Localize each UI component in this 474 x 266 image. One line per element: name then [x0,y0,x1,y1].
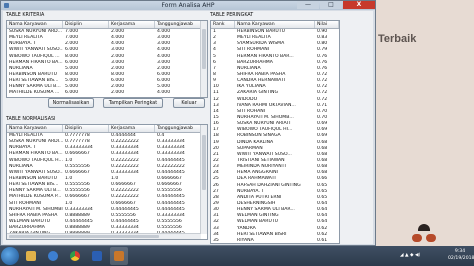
wallpaper-text: Terbaik [378,33,417,45]
wallpaper-figure [402,224,446,244]
column-header[interactable]: Rank [211,21,235,28]
kriteria-table-header: Nama Karyawan Disiplin Kerjasama Tanggungja… [7,21,207,29]
title-bar[interactable]: Form Analisa AHP — □ X [1,1,375,10]
normalisasi-vertical-scrollbar[interactable] [200,125,207,234]
kriteria-vertical-scrollbar[interactable] [200,21,207,97]
java-icon [114,251,124,261]
column-header[interactable]: Disiplin [63,125,109,132]
figure-shoe-left [412,234,422,242]
table-cell: 4.000 [157,90,171,96]
tampilkan-peringkat-button[interactable]: Tampilkan Peringkat [103,98,163,108]
media-player-icon [48,251,58,261]
column-header[interactable]: Tanggungjawab [155,125,201,132]
column-header[interactable]: Nama Karyawan [235,21,315,28]
normalisasikan-button[interactable]: Normalisasikan [48,98,94,108]
system-tray[interactable]: ◢ ▲ ◆ ◀) [400,253,420,258]
close-button[interactable]: X [343,1,375,9]
figure-head [418,224,430,231]
normalisasi-table-title: TABLE NORMALISASI [6,117,56,122]
start-button[interactable] [1,247,19,265]
table-cell: 6.000 [65,90,79,96]
taskbar-app-java[interactable] [110,247,128,265]
word-icon [92,251,102,261]
normalisasi-table-header: Nama Karyawan Disiplin Kerjasama Tanggungja… [7,125,207,133]
peringkat-table-title: TABLE PERINGKAT [210,13,254,18]
normalisasi-table-body: MEYLI REALITA 0.7777778 0.4444444 0.4 SUSKA … [7,133,207,239]
normalisasi-scroll-thumb[interactable] [202,135,206,190]
app-window: Form Analisa AHP — □ X TABLE KRITERIA Na… [0,0,376,246]
minimize-button[interactable]: — [297,1,319,9]
kriteria-table[interactable]: Nama Karyawan Disiplin Kerjasama Tanggungja… [6,20,208,98]
taskbar-clock[interactable]: 9:34 02/19/2018 [448,248,474,262]
kriteria-scroll-thumb[interactable] [202,29,206,69]
folder-icon [26,251,36,261]
normalisasi-hscroll-thumb[interactable] [9,235,159,238]
table-cell: 2.000 [111,90,125,96]
clock-date: 02/19/2018 [448,256,474,261]
peringkat-table-body: 1 HERBINSON BARUTU 0.90 2 MEYLI REALITA 0.83 3… [211,29,339,243]
column-header[interactable]: Nilai [315,21,339,28]
chrome-icon [70,251,80,261]
taskbar-app-chrome[interactable] [66,247,84,265]
taskbar-app-explorer[interactable] [22,247,40,265]
normalisasi-table[interactable]: Nama Karyawan Disiplin Kerjasama Tanggungja… [6,124,208,240]
taskbar: ◢ ▲ ◆ ◀) 9:34 02/19/2018 [0,246,474,266]
maximize-button[interactable]: □ [320,1,342,9]
normalisasi-horizontal-scrollbar[interactable] [7,233,201,239]
window-client-area: TABLE KRITERIA Nama Karyawan Disiplin Kerj… [3,11,373,244]
taskbar-app-media[interactable] [44,247,62,265]
peringkat-table[interactable]: Rank Nama Karyawan Nilai 1 HERBINSON BARUTU… [210,20,340,244]
keluar-button[interactable]: Keluar [173,98,205,108]
figure-shoe-right [426,234,436,242]
column-header[interactable]: Kerjasama [109,125,155,132]
column-header[interactable]: Kerjasama [109,21,155,28]
clock-time: 9:34 [454,249,466,254]
column-header[interactable]: Nama Karyawan [7,21,63,28]
table-cell: MATHILDE KUSUMA ... [9,90,60,96]
table-row[interactable]: MATHILDE KUSUMA ... 6.000 2.000 4.000 [7,90,207,96]
peringkat-table-header: Rank Nama Karyawan Nilai [211,21,339,29]
kriteria-table-body: SUSKA NURYUNI ARD... 7.000 2.000 4.000 MEYLI… [7,29,207,97]
taskbar-app-word[interactable] [88,247,106,265]
kriteria-table-title: TABLE KRITERIA [6,13,45,18]
column-header[interactable]: Disiplin [63,21,109,28]
column-header[interactable]: Tanggungjawab [155,21,201,28]
column-header[interactable]: Nama Karyawan [7,125,63,132]
